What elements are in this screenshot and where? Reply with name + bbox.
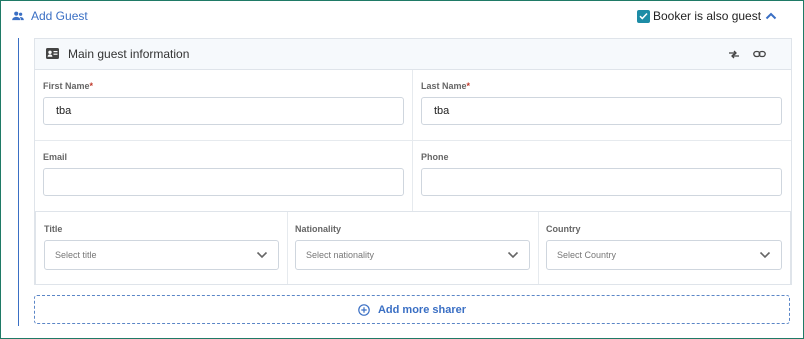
booker-is-guest-checkbox[interactable]: Booker is also guest [637, 8, 761, 24]
selects-row: Title Select title Nationality Select na… [35, 211, 791, 285]
title-select[interactable]: Select title [44, 240, 279, 270]
nationality-label: Nationality [295, 224, 342, 234]
checkbox-checked-icon[interactable] [637, 9, 650, 23]
title-label: Title [44, 224, 63, 234]
collapse-button[interactable] [763, 9, 779, 23]
add-guest-toggle[interactable]: Add Guest [11, 8, 88, 24]
chevron-down-icon [759, 251, 771, 259]
main-guest-card: Main guest information First Name* tba L… [34, 38, 792, 285]
first-name-label: First Name* [43, 81, 94, 91]
country-select-placeholder: Select Country [557, 250, 617, 260]
add-more-sharer-button[interactable]: Add more sharer [34, 295, 790, 324]
last-name-input[interactable]: tba [421, 97, 782, 125]
card-title: Main guest information [68, 47, 190, 61]
nationality-select[interactable]: Select nationality [295, 240, 530, 270]
link-icon[interactable] [753, 48, 766, 60]
section-header: Add Guest Booker is also guest [1, 1, 803, 29]
add-guest-label: Add Guest [31, 9, 88, 23]
id-card-icon [46, 48, 59, 59]
first-name-input[interactable]: tba [43, 97, 404, 125]
email-input[interactable] [43, 168, 404, 196]
name-row: First Name* tba Last Name* tba [35, 70, 791, 141]
nationality-select-placeholder: Select nationality [306, 250, 375, 260]
chevron-down-icon [256, 251, 268, 259]
chevron-down-icon [507, 251, 519, 259]
column-divider [538, 212, 539, 284]
card-header: Main guest information [35, 39, 791, 70]
contact-row: Email Phone [35, 141, 791, 212]
last-name-label: Last Name* [421, 81, 471, 91]
column-divider [287, 212, 288, 284]
country-select[interactable]: Select Country [546, 240, 782, 270]
column-divider [412, 141, 413, 211]
column-divider [412, 70, 413, 140]
plus-circle-icon [358, 303, 370, 316]
email-label: Email [43, 152, 68, 162]
phone-input[interactable] [421, 168, 782, 196]
title-select-placeholder: Select title [55, 250, 97, 260]
people-icon [12, 11, 24, 21]
phone-label: Phone [421, 152, 449, 162]
chevron-up-icon [765, 12, 777, 20]
country-label: Country [546, 224, 581, 234]
swap-arrows-icon[interactable] [728, 48, 740, 60]
add-more-sharer-label: Add more sharer [377, 303, 467, 316]
section-indent-line [18, 38, 19, 326]
booker-checkbox-label: Booker is also guest [653, 9, 762, 23]
guest-section: Add Guest Booker is also guest Main gues… [0, 0, 804, 339]
